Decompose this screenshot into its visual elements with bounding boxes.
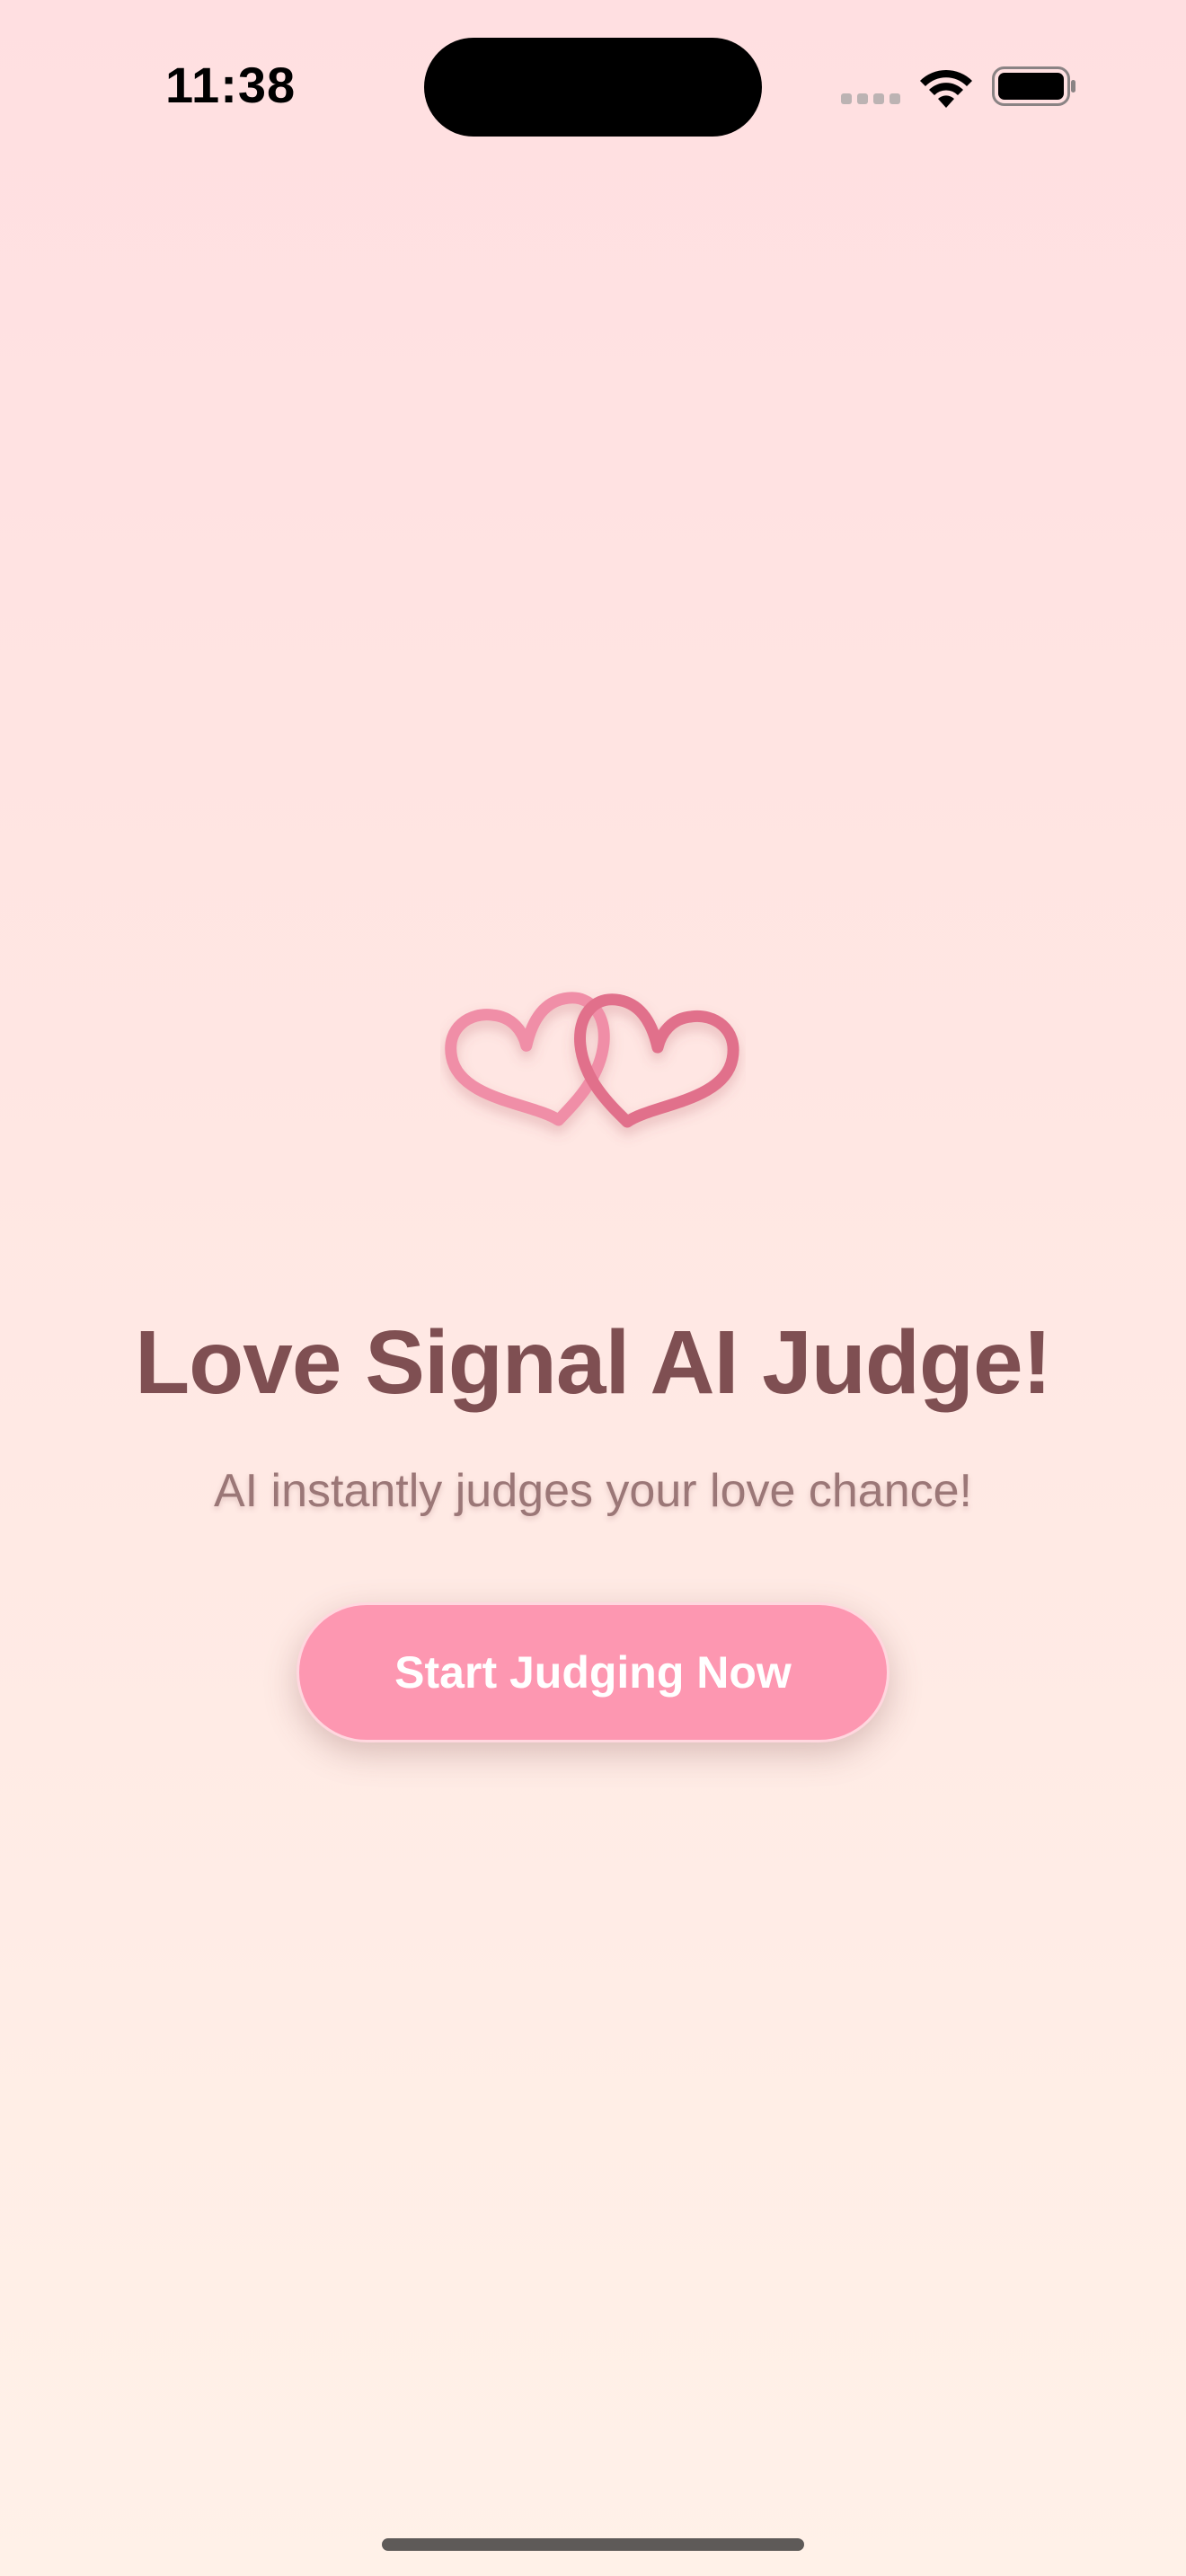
interlocking-hearts-icon — [445, 992, 739, 1128]
status-bar: 11:38 — [0, 0, 1186, 171]
status-time: 11:38 — [165, 57, 296, 113]
app-subtitle: AI instantly judges your love chance! — [213, 1465, 973, 1517]
dynamic-island — [424, 38, 762, 137]
app-title: Love Signal AI Judge! — [135, 1312, 1052, 1413]
battery-icon — [992, 66, 1075, 106]
cellular-signal-icon — [841, 93, 900, 104]
wifi-icon — [920, 69, 972, 108]
start-judging-button[interactable]: Start Judging Now — [296, 1602, 890, 1742]
home-indicator[interactable] — [382, 2538, 804, 2551]
